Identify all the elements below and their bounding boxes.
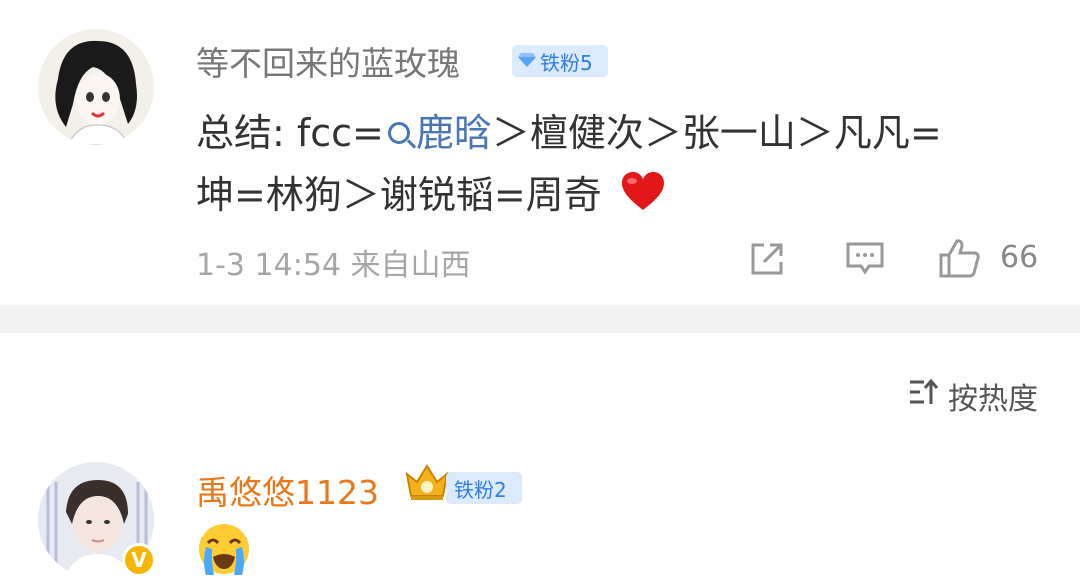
crying-emoji <box>196 521 252 581</box>
comment-text-prefix: 总结: fcc= <box>196 111 384 155</box>
fan-level-badge[interactable]: 铁粉5 <box>512 45 608 77</box>
comment-text-line2: 坤=林狗＞谢锐韬=周奇 <box>196 173 602 217</box>
like-count: 66 <box>1000 240 1039 275</box>
badge-label: 铁粉2 <box>454 477 507 502</box>
comment-card: 等不回来的蓝玫瑰 铁粉5 总结: fcc= 鹿晗＞檀健次＞张一山＞凡凡= 坤=林狗… <box>0 0 1080 305</box>
sort-label: 按热度 <box>948 382 1038 417</box>
search-icon <box>387 122 410 144</box>
comment-text-suffix: ＞檀健次＞张一山＞凡凡= <box>491 111 942 155</box>
sort-button[interactable]: 按热度 <box>908 374 1038 418</box>
crown-icon <box>403 462 451 506</box>
comment-meta: 1-3 14:54 来自山西 <box>196 248 471 283</box>
verified-badge: V <box>122 543 156 577</box>
topic-label: 鹿晗 <box>415 111 492 155</box>
topic-link[interactable]: 鹿晗 <box>384 111 492 155</box>
avatar[interactable] <box>38 29 154 145</box>
heart-emoji <box>620 168 666 230</box>
username[interactable]: 禹悠悠1123 <box>196 466 379 514</box>
reply-icon[interactable] <box>845 240 885 282</box>
sort-icon <box>908 378 939 414</box>
username[interactable]: 等不回来的蓝玫瑰 <box>196 37 460 85</box>
badge-label: 铁粉5 <box>540 50 593 75</box>
like-icon[interactable] <box>938 237 982 283</box>
diamond-icon <box>518 49 536 73</box>
section-divider <box>0 305 1080 333</box>
share-icon[interactable] <box>748 240 786 282</box>
fan-level-badge[interactable]: 铁粉2 <box>446 472 522 504</box>
comment-text: 总结: fcc= 鹿晗＞檀健次＞张一山＞凡凡= 坤=林狗＞谢锐韬=周奇 <box>196 102 1036 226</box>
